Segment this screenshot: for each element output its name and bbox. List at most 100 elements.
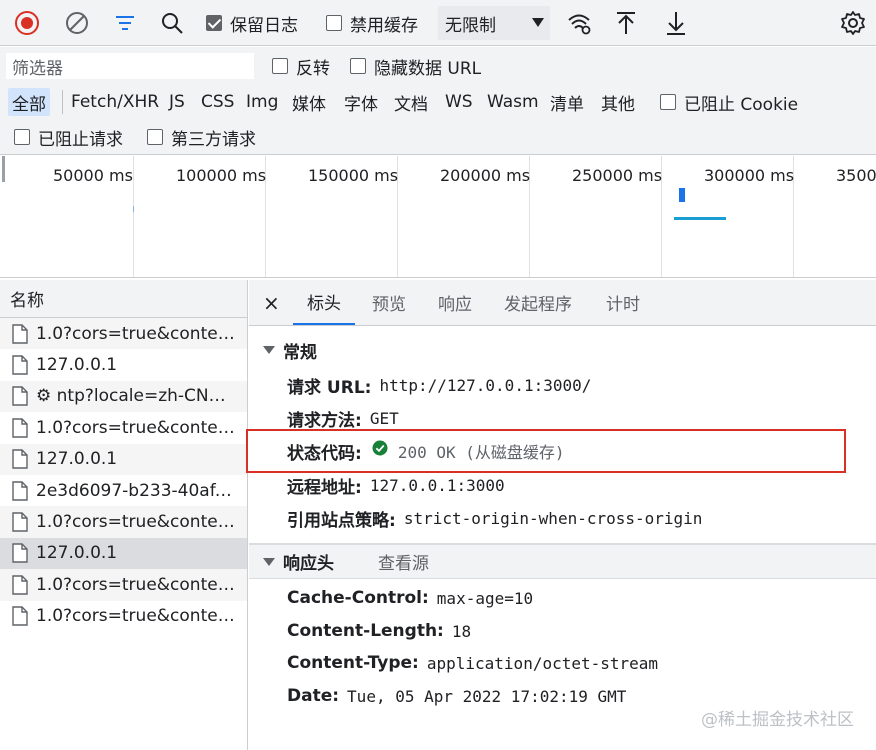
hide-data-url-check-icon[interactable] bbox=[350, 58, 366, 74]
tab-preview[interactable]: 预览 bbox=[372, 280, 406, 325]
type-filter-all[interactable]: 全部 bbox=[8, 88, 50, 116]
close-detail-button[interactable]: × bbox=[263, 280, 280, 325]
type-filter-label: 媒体 bbox=[292, 94, 326, 115]
import-har-button[interactable] bbox=[614, 0, 638, 46]
tab-initiator[interactable]: 发起程序 bbox=[504, 280, 572, 325]
type-filter-label: 其他 bbox=[601, 94, 635, 115]
request-row[interactable]: 1.0?cors=true&content… bbox=[0, 412, 247, 443]
request-row[interactable]: 127.0.0.1 bbox=[0, 349, 247, 380]
header-key: Content-Type: bbox=[287, 653, 419, 673]
blocked-requests-checkbox[interactable]: 已阻止请求 bbox=[14, 124, 123, 150]
response-headers-section-header[interactable]: 响应头 查看源 bbox=[249, 543, 876, 579]
tick-label: 50000 ms bbox=[53, 166, 133, 185]
document-icon bbox=[12, 543, 28, 564]
triangle-down-icon bbox=[263, 346, 275, 354]
blocked-cookies-check-icon[interactable] bbox=[660, 94, 676, 110]
requests-list: 名称 1.0?cors=true&content… 127.0.0.1 ⚙ ntp?… bbox=[0, 280, 248, 750]
tab-label: 响应 bbox=[438, 295, 472, 315]
type-filter-font[interactable]: 字体 bbox=[340, 88, 382, 116]
disable-cache-check-icon[interactable] bbox=[326, 15, 342, 31]
request-mark bbox=[133, 206, 134, 212]
network-conditions-button[interactable] bbox=[566, 0, 592, 46]
general-section-header[interactable]: 常规 bbox=[249, 333, 876, 367]
third-party-label: 第三方请求 bbox=[171, 129, 256, 150]
request-row[interactable]: 2e3d6097-b233-40af-8… bbox=[0, 475, 247, 506]
type-filter-label: Img bbox=[246, 92, 279, 112]
name-column-header[interactable]: 名称 bbox=[0, 280, 247, 318]
request-name: 1.0?cors=true&content… bbox=[36, 574, 236, 595]
hide-data-url-checkbox[interactable]: 隐藏数据 URL bbox=[350, 53, 481, 79]
request-row[interactable]: 1.0?cors=true&content… bbox=[0, 601, 247, 632]
clear-icon bbox=[66, 12, 88, 34]
request-row[interactable]: 1.0?cors=true&content… bbox=[0, 569, 247, 601]
wifi-settings-icon bbox=[568, 14, 591, 35]
header-value: Tue, 05 Apr 2022 17:02:19 GMT bbox=[347, 686, 627, 706]
request-name: 127.0.0.1 bbox=[36, 355, 118, 376]
type-filter-label: JS bbox=[169, 92, 185, 112]
tick-label: 150000 ms bbox=[308, 166, 399, 185]
preserve-log-check-icon[interactable] bbox=[206, 15, 222, 31]
document-icon bbox=[12, 386, 28, 407]
type-filter-img[interactable]: Img bbox=[242, 88, 282, 116]
third-party-checkbox[interactable]: 第三方请求 bbox=[147, 124, 256, 150]
type-filter-doc[interactable]: 文档 bbox=[390, 88, 432, 116]
third-party-check-icon[interactable] bbox=[147, 129, 163, 145]
request-name: ⚙ ntp?locale=zh-CN&ti… bbox=[36, 386, 236, 407]
filter-input[interactable]: 筛选器 bbox=[6, 53, 254, 79]
type-filter-media[interactable]: 媒体 bbox=[288, 88, 330, 116]
throttling-select[interactable]: 无限制 bbox=[438, 6, 550, 40]
watermark: @稀土掘金技术社区 bbox=[701, 710, 854, 730]
request-name: 127.0.0.1 bbox=[36, 449, 118, 470]
gear-icon bbox=[841, 11, 865, 35]
type-filter-label: WS bbox=[445, 92, 473, 112]
type-filter-css[interactable]: CSS bbox=[197, 88, 238, 116]
type-filter-label: Fetch/XHR bbox=[71, 92, 160, 112]
type-filter-label: 字体 bbox=[344, 94, 378, 115]
type-filter-label: Wasm bbox=[487, 92, 539, 112]
type-filter-other[interactable]: 其他 bbox=[597, 88, 639, 116]
type-divider bbox=[62, 90, 63, 114]
disable-cache-checkbox[interactable]: 禁用缓存 bbox=[326, 0, 418, 46]
document-icon bbox=[12, 606, 28, 626]
header-key: Date: bbox=[287, 686, 340, 706]
type-filter-ws[interactable]: WS bbox=[441, 88, 477, 116]
filter-toggle-button[interactable] bbox=[113, 0, 137, 46]
tab-label: 预览 bbox=[372, 295, 406, 315]
blocked-cookies-checkbox[interactable]: 已阻止 Cookie bbox=[660, 89, 798, 115]
network-toolbar: 保留日志 禁用缓存 无限制 bbox=[0, 0, 876, 46]
type-filter-manifest[interactable]: 清单 bbox=[546, 88, 588, 116]
tab-headers[interactable]: 标头 bbox=[293, 280, 355, 325]
invert-check-icon[interactable] bbox=[272, 58, 288, 74]
type-filter-fetch-xhr[interactable]: Fetch/XHR bbox=[67, 88, 163, 116]
overview-timeline[interactable]: 50000 ms 100000 ms 150000 ms 200000 ms 2… bbox=[0, 156, 876, 278]
content-type-row: Content-Type: application/octet-stream bbox=[287, 648, 658, 678]
name-column-label: 名称 bbox=[10, 291, 44, 311]
invert-checkbox[interactable]: 反转 bbox=[272, 53, 330, 79]
upload-icon bbox=[617, 12, 635, 34]
request-row[interactable]: 1.0?cors=true&content… bbox=[0, 506, 247, 538]
blocked-requests-check-icon[interactable] bbox=[14, 129, 30, 145]
filter-icon bbox=[116, 16, 134, 30]
request-row[interactable]: 1.0?cors=true&content… bbox=[0, 318, 247, 350]
view-source-link[interactable]: 查看源 bbox=[378, 549, 429, 574]
tab-response[interactable]: 响应 bbox=[438, 280, 472, 325]
clear-button[interactable] bbox=[64, 0, 90, 46]
request-row[interactable]: 127.0.0.1 bbox=[0, 537, 247, 570]
tab-label: 计时 bbox=[606, 295, 640, 315]
type-filter-wasm[interactable]: Wasm bbox=[483, 88, 543, 116]
settings-button[interactable] bbox=[840, 0, 866, 46]
document-icon bbox=[12, 575, 28, 595]
type-filter-js[interactable]: JS bbox=[165, 88, 189, 116]
export-har-button[interactable] bbox=[664, 0, 688, 46]
tick-line bbox=[133, 156, 134, 277]
document-icon bbox=[12, 512, 28, 532]
request-bar bbox=[674, 217, 726, 220]
preserve-log-checkbox[interactable]: 保留日志 bbox=[206, 0, 298, 46]
request-row[interactable]: ⚙ ntp?locale=zh-CN&ti… bbox=[0, 380, 247, 413]
search-button[interactable] bbox=[160, 0, 184, 46]
tab-timing[interactable]: 计时 bbox=[606, 280, 640, 325]
filter-placeholder: 筛选器 bbox=[12, 58, 63, 79]
record-button[interactable] bbox=[14, 0, 40, 46]
overview-handle[interactable] bbox=[2, 156, 5, 182]
request-row[interactable]: 127.0.0.1 bbox=[0, 443, 247, 475]
